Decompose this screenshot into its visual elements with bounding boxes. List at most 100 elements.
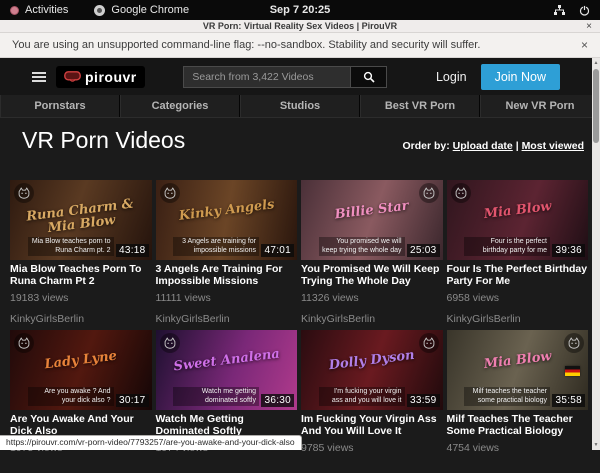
- video-thumbnail[interactable]: Dolly Dyson I'm fucking your virgin ass …: [301, 330, 443, 410]
- video-studio-link[interactable]: KinkyGirlsBerlin: [301, 313, 443, 325]
- video-thumbnail[interactable]: Mia Blow Four is the perfect birthday pa…: [447, 180, 589, 260]
- thumbnail-overlay-title: Kinky Angels: [159, 196, 293, 226]
- video-thumbnail[interactable]: Lady Lyne Are you awake ? And your dick …: [10, 330, 152, 410]
- video-card[interactable]: Dolly Dyson I'm fucking your virgin ass …: [301, 330, 443, 473]
- site-header: pirouvr Login Join Now: [0, 58, 600, 95]
- video-title[interactable]: Milf Teaches The Teacher Some Practical …: [447, 414, 589, 437]
- scrollbar[interactable]: ▲ ▼: [592, 58, 600, 450]
- thumbnail-caption: Milf teaches the teacher some practical …: [464, 387, 550, 406]
- video-thumbnail[interactable]: Mia Blow Milf teaches the teacher some p…: [447, 330, 589, 410]
- nav-item-categories[interactable]: Categories: [120, 95, 240, 117]
- video-card[interactable]: Mia Blow Milf teaches the teacher some p…: [447, 330, 589, 473]
- vr-goggles-icon: [64, 71, 81, 82]
- thumbnail-caption: 3 Angels are training for impossible mis…: [173, 237, 259, 256]
- nav-item-new-vr-porn[interactable]: New VR Porn: [480, 95, 600, 117]
- clock[interactable]: Sep 7 20:25: [0, 4, 600, 16]
- site-logo[interactable]: pirouvr: [56, 66, 145, 88]
- thumbnail-overlay-title: Mia Blow: [450, 196, 584, 226]
- thumbnail-overlay-title: Runa Charm & Mia Blow: [13, 196, 149, 239]
- join-now-button[interactable]: Join Now: [481, 64, 560, 90]
- thumbnail-overlay-title: Lady Lyne: [14, 346, 148, 376]
- warning-message: You are using an unsupported command-lin…: [12, 39, 480, 51]
- video-views: 6958 views: [447, 292, 589, 304]
- video-duration-badge: 33:59: [407, 394, 440, 407]
- scroll-down-icon[interactable]: ▼: [594, 440, 599, 450]
- nav-item-pornstars[interactable]: Pornstars: [0, 95, 120, 117]
- video-studio-link[interactable]: KinkyGirlsBerlin: [156, 313, 298, 325]
- video-studio-link[interactable]: KinkyGirlsBerlin: [10, 313, 152, 325]
- order-by-most-viewed-link[interactable]: Most viewed: [522, 140, 584, 152]
- video-title[interactable]: Mia Blow Teaches Porn To Runa Charm Pt 2: [10, 264, 152, 287]
- page-title: VR Porn Videos: [22, 127, 185, 154]
- video-title[interactable]: Im Fucking Your Virgin Ass And You Will …: [301, 414, 443, 437]
- video-views: 4754 views: [447, 442, 589, 454]
- video-card[interactable]: Lady Lyne Are you awake ? And your dick …: [10, 330, 152, 473]
- nav-item-best-vr-porn[interactable]: Best VR Porn: [360, 95, 480, 117]
- network-icon[interactable]: [554, 5, 565, 16]
- video-title[interactable]: You Promised We Will Keep Trying The Who…: [301, 264, 443, 287]
- thumbnail-caption: Watch me getting dominated softly: [173, 387, 259, 406]
- warning-infobar: You are using an unsupported command-lin…: [0, 33, 600, 58]
- video-views: 9785 views: [301, 442, 443, 454]
- studio-logo-icon: [160, 183, 180, 203]
- order-by-label: Order by:: [402, 140, 449, 152]
- browser-title: VR Porn: Virtual Reality Sex Videos | Pi…: [203, 21, 397, 31]
- studio-logo-icon: [160, 333, 180, 353]
- video-duration-badge: 47:01: [261, 244, 294, 257]
- german-flag-icon: [565, 366, 580, 376]
- video-title[interactable]: Four Is The Perfect Birthday Party For M…: [447, 264, 589, 287]
- login-link[interactable]: Login: [436, 70, 467, 84]
- video-thumbnail[interactable]: Runa Charm & Mia Blow Mia Blow teaches p…: [10, 180, 152, 260]
- video-views: 19183 views: [10, 292, 152, 304]
- menu-icon[interactable]: [32, 72, 46, 82]
- status-url-tooltip: https://pirouvr.com/vr-porn-video/779325…: [0, 435, 302, 450]
- scrollbar-thumb[interactable]: [593, 69, 599, 143]
- close-icon[interactable]: ×: [586, 21, 592, 32]
- search-button[interactable]: [351, 66, 387, 88]
- order-by: Order by: Upload date | Most viewed: [402, 140, 584, 152]
- thumbnail-overlay-title: Dolly Dyson: [305, 346, 439, 376]
- video-views: 11111 views: [156, 292, 298, 304]
- order-by-upload-date-link[interactable]: Upload date: [453, 140, 513, 152]
- thumbnail-caption: I'm fucking your virgin ass and you will…: [319, 387, 405, 406]
- video-card[interactable]: Sweet Analena Watch me getting dominated…: [156, 330, 298, 473]
- search-input[interactable]: [183, 66, 351, 88]
- video-studio-link[interactable]: KinkyGirlsBerlin: [447, 313, 589, 325]
- thumbnail-overlay-title: Sweet Analena: [159, 346, 293, 376]
- video-card[interactable]: Runa Charm & Mia Blow Mia Blow teaches p…: [10, 180, 152, 323]
- studio-logo-icon: [14, 333, 34, 353]
- nav-item-studios[interactable]: Studios: [240, 95, 360, 117]
- video-title[interactable]: 3 Angels Are Training For Impossible Mis…: [156, 264, 298, 287]
- studio-logo-icon: [14, 183, 34, 203]
- search-icon: [363, 71, 375, 83]
- browser-title-bar: VR Porn: Virtual Reality Sex Videos | Pi…: [0, 20, 600, 33]
- thumbnail-caption: Are you awake ? And your dick also ?: [28, 387, 114, 406]
- scroll-up-icon[interactable]: ▲: [594, 58, 599, 68]
- warning-close-icon[interactable]: ×: [581, 38, 588, 52]
- video-card[interactable]: Mia Blow Four is the perfect birthday pa…: [447, 180, 589, 323]
- video-thumbnail[interactable]: Billie Star You promised we will keep tr…: [301, 180, 443, 260]
- video-thumbnail[interactable]: Sweet Analena Watch me getting dominated…: [156, 330, 298, 410]
- video-card[interactable]: Kinky Angels 3 Angels are training for i…: [156, 180, 298, 323]
- video-thumbnail[interactable]: Kinky Angels 3 Angels are training for i…: [156, 180, 298, 260]
- video-duration-badge: 25:03: [407, 244, 440, 257]
- video-card[interactable]: Billie Star You promised we will keep tr…: [301, 180, 443, 323]
- video-duration-badge: 35:58: [552, 394, 585, 407]
- thumbnail-caption: Four is the perfect birthday party for m…: [464, 237, 550, 256]
- power-icon[interactable]: [579, 5, 590, 16]
- video-views: 11326 views: [301, 292, 443, 304]
- video-duration-badge: 39:36: [552, 244, 585, 257]
- site-logo-text: pirouvr: [85, 69, 137, 85]
- thumbnail-caption: Mia Blow teaches porn to Runa Charm pt. …: [28, 237, 114, 256]
- video-title[interactable]: Watch Me Getting Dominated Softly: [156, 414, 298, 437]
- video-duration-badge: 36:30: [261, 394, 294, 407]
- order-by-separator: |: [516, 140, 519, 152]
- video-title[interactable]: Are You Awake And Your Dick Also: [10, 414, 152, 437]
- search-bar: [183, 66, 387, 88]
- video-grid: Runa Charm & Mia Blow Mia Blow teaches p…: [10, 180, 588, 473]
- system-top-bar: Activities Google Chrome Sep 7 20:25: [0, 0, 600, 20]
- video-duration-badge: 30:17: [116, 394, 149, 407]
- video-duration-badge: 43:18: [116, 244, 149, 257]
- main-nav: Pornstars Categories Studios Best VR Por…: [0, 95, 600, 118]
- thumbnail-caption: You promised we will keep trying the who…: [319, 237, 405, 256]
